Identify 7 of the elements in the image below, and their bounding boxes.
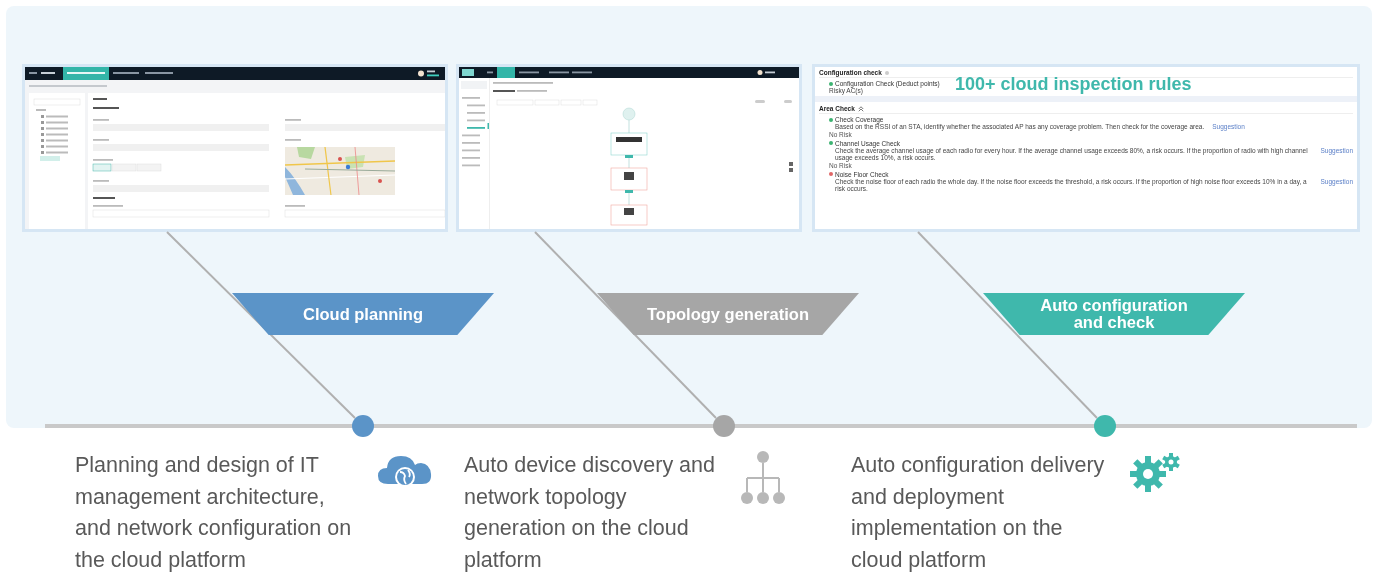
info-icon bbox=[884, 70, 889, 75]
collapse-icon[interactable] bbox=[857, 105, 864, 112]
stage-description: Auto device discovery and network topology generation on the cloud platform bbox=[464, 452, 716, 574]
stage-description: Auto configuration delivery and deployment implementation on the cloud platform bbox=[851, 452, 1106, 574]
headline: 100+ cloud inspection rules bbox=[955, 74, 1192, 95]
stage-description: Planning and design of IT management architecture, and network configuration on the cloud platform bbox=[75, 452, 353, 574]
hierarchy-icon bbox=[741, 450, 785, 506]
